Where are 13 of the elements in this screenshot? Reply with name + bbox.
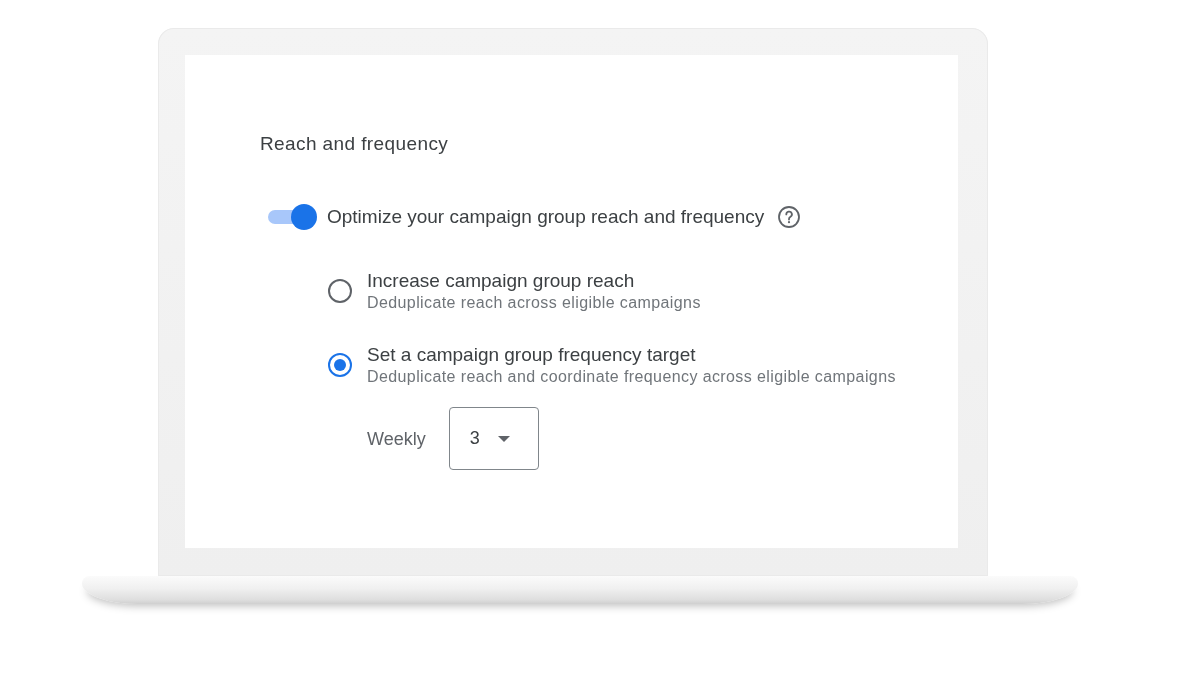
option-title: Increase campaign group reach [367,270,636,292]
caret-icon [497,435,510,442]
section-title: Reach and frequency [260,133,449,155]
frequency-dropdown[interactable]: 3 [448,407,539,470]
toggle-label: Optimize your campaign group reach and frequency [327,206,765,228]
option-description: Deduplicate reach across eligible campaigns [367,294,701,312]
help-icon[interactable] [778,206,801,228]
frequency-label: Weekly [367,427,426,450]
option-description: Deduplicate reach and coordinate frequency across eligible campaigns [367,368,896,386]
radio-button[interactable] [328,353,352,377]
radio-button[interactable] [328,279,352,303]
toggle-switch[interactable] [268,204,317,230]
option-title: Set a campaign group frequency target [367,344,697,366]
